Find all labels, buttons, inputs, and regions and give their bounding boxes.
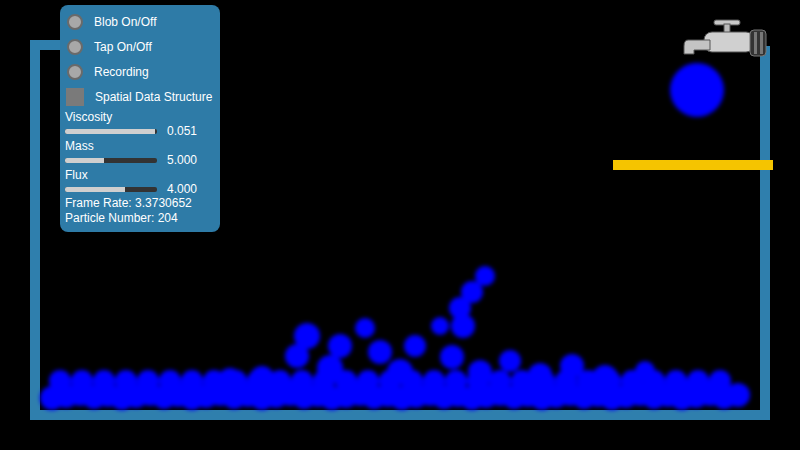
- particle: [451, 314, 475, 338]
- particle: [489, 370, 511, 392]
- particle: [404, 335, 426, 357]
- water-blob: [670, 63, 724, 117]
- toggle-label: Tap On/Off: [94, 40, 152, 54]
- particle: [71, 370, 93, 392]
- slider-track[interactable]: [65, 158, 157, 163]
- slider-fill: [65, 129, 155, 134]
- slider-label: Mass: [65, 140, 216, 153]
- particle: [387, 359, 413, 385]
- particle: [218, 368, 242, 392]
- simulation-canvas: Blob On/Off Tap On/Off Recording Spatial Da…: [0, 0, 800, 450]
- checkbox[interactable]: [66, 88, 84, 106]
- toggle-row[interactable]: Spatial Data Structure: [65, 84, 216, 109]
- particle: [49, 370, 71, 392]
- particle: [499, 350, 521, 372]
- slider: Viscosity0.051: [65, 109, 216, 138]
- particle: [115, 370, 137, 392]
- tank-right-wall: [760, 46, 770, 420]
- toggle-row[interactable]: Tap On/Off: [65, 34, 216, 59]
- toggle-row[interactable]: Blob On/Off: [65, 9, 216, 34]
- tank-top-stub: [30, 40, 62, 50]
- slider-label: Viscosity: [65, 111, 216, 124]
- particle: [592, 365, 618, 391]
- particle: [445, 370, 467, 392]
- tank-left-wall: [30, 40, 40, 420]
- toggle-button[interactable]: [67, 64, 83, 80]
- particle: [250, 366, 274, 390]
- particle: [93, 370, 115, 392]
- particle: [368, 340, 392, 364]
- particle: [431, 317, 449, 335]
- slider-value: 5.000: [167, 153, 197, 167]
- particle: [468, 360, 492, 384]
- particle: [357, 370, 379, 392]
- slider-label: Flux: [65, 169, 216, 182]
- yellow-ledge: [613, 160, 773, 170]
- particle: [678, 380, 702, 404]
- particle: [137, 370, 159, 392]
- tank-floor: [30, 410, 770, 420]
- particle: [317, 355, 343, 381]
- particle: [355, 318, 375, 338]
- particle: [708, 380, 732, 404]
- particle: [285, 344, 309, 368]
- toggle-button[interactable]: [67, 39, 83, 55]
- toggle-label: Blob On/Off: [94, 15, 156, 29]
- stat-text: Frame Rate: 3.3730652: [65, 196, 216, 211]
- particle: [423, 370, 445, 392]
- particle: [328, 334, 352, 358]
- slider-value: 4.000: [167, 182, 197, 196]
- particle: [528, 363, 552, 387]
- particle: [635, 361, 655, 381]
- particle: [181, 370, 203, 392]
- control-panel: Blob On/Off Tap On/Off Recording Spatial Da…: [60, 5, 220, 232]
- particle: [291, 370, 313, 392]
- particle: [440, 345, 464, 369]
- toggle-label: Spatial Data Structure: [95, 90, 212, 104]
- stat-text: Particle Number: 204: [65, 211, 216, 226]
- toggle-row[interactable]: Recording: [65, 59, 216, 84]
- tap-icon[interactable]: [680, 18, 772, 78]
- slider-track[interactable]: [65, 187, 157, 192]
- slider-fill: [65, 187, 125, 192]
- slider: Flux4.000: [65, 167, 216, 196]
- slider-track[interactable]: [65, 129, 157, 134]
- particle: [159, 370, 181, 392]
- slider: Mass5.000: [65, 138, 216, 167]
- slider-fill: [65, 158, 104, 163]
- slider-value: 0.051: [167, 124, 197, 138]
- toggle-button[interactable]: [67, 14, 83, 30]
- toggle-label: Recording: [94, 65, 149, 79]
- particle: [560, 354, 584, 378]
